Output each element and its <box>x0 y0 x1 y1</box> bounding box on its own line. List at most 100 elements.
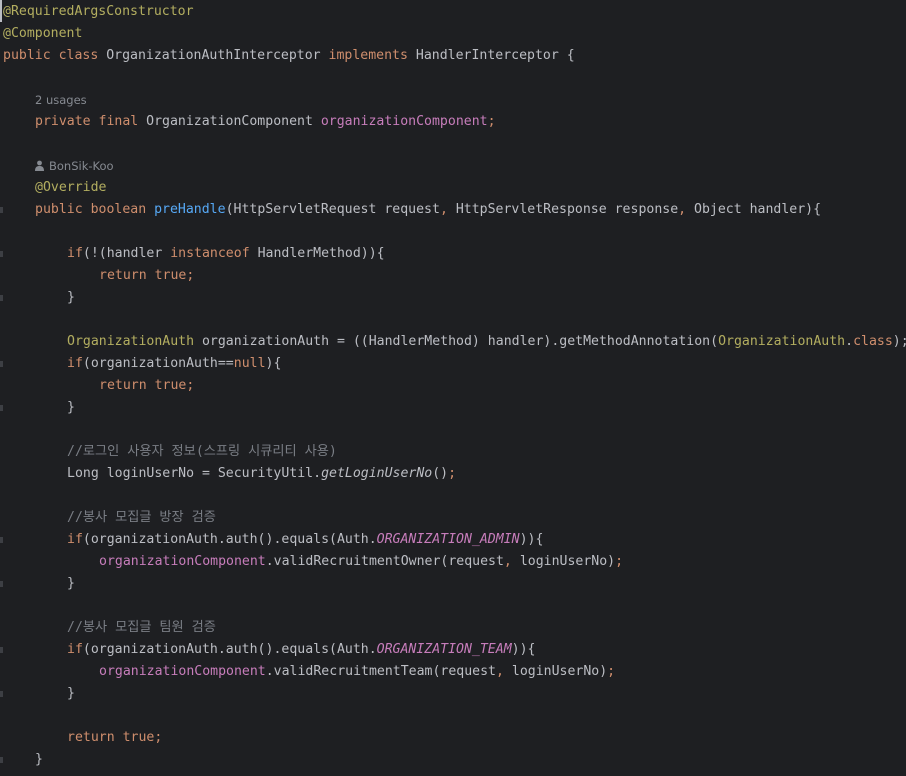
code-editor[interactable]: @RequiredArgsConstructor @Component publ… <box>0 0 906 776</box>
code-text: Object handler){ <box>686 202 822 217</box>
code-line: //로그인 사용자 정보(스프링 시큐리티 사용) <box>67 441 906 463</box>
code-text: ); <box>892 334 906 349</box>
annotation: @RequiredArgsConstructor <box>3 4 194 19</box>
code-line: } <box>67 683 906 705</box>
usages-hint[interactable]: 2 usages <box>35 89 87 111</box>
brace: } <box>67 576 75 591</box>
type-name: OrganizationComponent <box>138 114 321 129</box>
type-name: OrganizationAuth <box>718 334 846 349</box>
code-line: } <box>67 287 906 309</box>
brace: } <box>35 752 43 767</box>
code-line: if(organizationAuth.auth().equals(Auth.O… <box>67 639 906 661</box>
code-text: loginUserNo) <box>511 554 616 569</box>
code-text: (organizationAuth== <box>82 356 234 371</box>
class-name: OrganizationAuthInterceptor <box>98 48 329 63</box>
keyword: if <box>67 356 83 371</box>
code-text: (!(handler <box>82 246 171 261</box>
code-line: OrganizationAuth organizationAuth = ((Ha… <box>67 331 906 353</box>
punctuation: ; <box>186 378 195 393</box>
keyword: null <box>233 356 266 371</box>
punctuation: ; <box>448 466 457 481</box>
keyword: implements <box>328 48 408 63</box>
comment: //봉사 모집글 방장 검증 <box>67 510 216 525</box>
punctuation: . <box>845 334 854 349</box>
code-text: (organizationAuth.auth().equals(Auth. <box>82 532 377 547</box>
punctuation: , <box>678 202 687 217</box>
comment: //로그인 사용자 정보(스프링 시큐리티 사용) <box>67 444 337 459</box>
code-line: @Override <box>35 177 906 199</box>
code-text: Long loginUserNo = SecurityUtil. <box>67 466 322 481</box>
code-line: //봉사 모집글 방장 검증 <box>67 507 906 529</box>
fold-marker[interactable] <box>0 757 3 763</box>
code-line: return true; <box>99 265 906 287</box>
code-line: public boolean preHandle(HttpServletRequ… <box>35 199 906 221</box>
static-constant: ORGANIZATION_TEAM <box>376 642 512 657</box>
fold-marker[interactable] <box>0 207 3 213</box>
keyword: return true <box>67 730 155 745</box>
keyword: instanceof <box>170 246 250 261</box>
fold-marker[interactable] <box>0 251 3 257</box>
person-icon <box>35 156 44 171</box>
field-name: organizationComponent <box>99 664 266 679</box>
method-name: preHandle <box>154 202 226 217</box>
code-text: loginUserNo) <box>503 664 608 679</box>
keyword: if <box>67 532 83 547</box>
keyword: if <box>67 246 83 261</box>
code-line: if(!(handler instanceof HandlerMethod)){ <box>67 243 906 265</box>
fold-marker[interactable] <box>0 295 3 301</box>
keyword: if <box>67 642 83 657</box>
punctuation: ; <box>487 114 496 129</box>
keyword: private final <box>35 114 139 129</box>
code-text: HandlerMethod)){ <box>249 246 385 261</box>
code-text: )){ <box>511 642 536 657</box>
code-line: return true; <box>99 375 906 397</box>
fold-marker[interactable] <box>0 361 3 367</box>
punctuation: , <box>495 664 504 679</box>
brace: } <box>67 400 75 415</box>
author-name: BonSik-Koo <box>49 159 114 173</box>
code-line: //봉사 모집글 팀원 검증 <box>67 617 906 639</box>
code-text: ){ <box>265 356 282 371</box>
annotation: @Override <box>35 180 107 195</box>
code-line: organizationComponent.validRecruitmentTe… <box>99 661 906 683</box>
fold-marker[interactable] <box>0 647 3 653</box>
code-text: .validRecruitmentTeam(request <box>265 664 496 679</box>
method-name: getLoginUserNo <box>321 466 433 481</box>
code-text: )){ <box>519 532 544 547</box>
punctuation: , <box>439 202 448 217</box>
field-name: organizationComponent <box>320 114 488 129</box>
type-name: OrganizationAuth <box>67 334 195 349</box>
code-line: } <box>35 749 906 771</box>
code-text: HttpServletResponse response <box>447 202 679 217</box>
brace: } <box>67 686 75 701</box>
keyword: public boolean <box>35 202 155 217</box>
code-text: organizationAuth = ((HandlerMethod) hand… <box>194 334 719 349</box>
author-hint[interactable]: BonSik-Koo <box>35 155 114 177</box>
fold-marker[interactable] <box>0 537 3 543</box>
punctuation: , <box>503 554 512 569</box>
code-text: .validRecruitmentOwner(request <box>265 554 504 569</box>
code-line: } <box>67 397 906 419</box>
code-line: @Component <box>3 23 906 45</box>
code-line: private final OrganizationComponent orga… <box>35 111 906 133</box>
code-line: if(organizationAuth.auth().equals(Auth.O… <box>67 529 906 551</box>
static-constant: ORGANIZATION_ADMIN <box>376 532 520 547</box>
brace: } <box>67 290 75 305</box>
punctuation: ; <box>607 664 616 679</box>
code-text: HandlerInterceptor { <box>407 48 575 63</box>
code-line: @RequiredArgsConstructor <box>3 1 906 23</box>
caret <box>0 0 2 22</box>
comment: //봉사 모집글 팀원 검증 <box>67 620 216 635</box>
code-line: if(organizationAuth==null){ <box>67 353 906 375</box>
punctuation: ; <box>186 268 195 283</box>
keyword: public class <box>3 48 99 63</box>
fold-marker[interactable] <box>0 405 3 411</box>
code-line: return true; <box>67 727 906 749</box>
fold-marker[interactable] <box>0 581 3 587</box>
code-line: Long loginUserNo = SecurityUtil.getLogin… <box>67 463 906 485</box>
fold-marker[interactable] <box>0 691 3 697</box>
punctuation: ; <box>154 730 163 745</box>
keyword: class <box>853 334 893 349</box>
field-name: organizationComponent <box>99 554 266 569</box>
annotation: @Component <box>3 26 83 41</box>
